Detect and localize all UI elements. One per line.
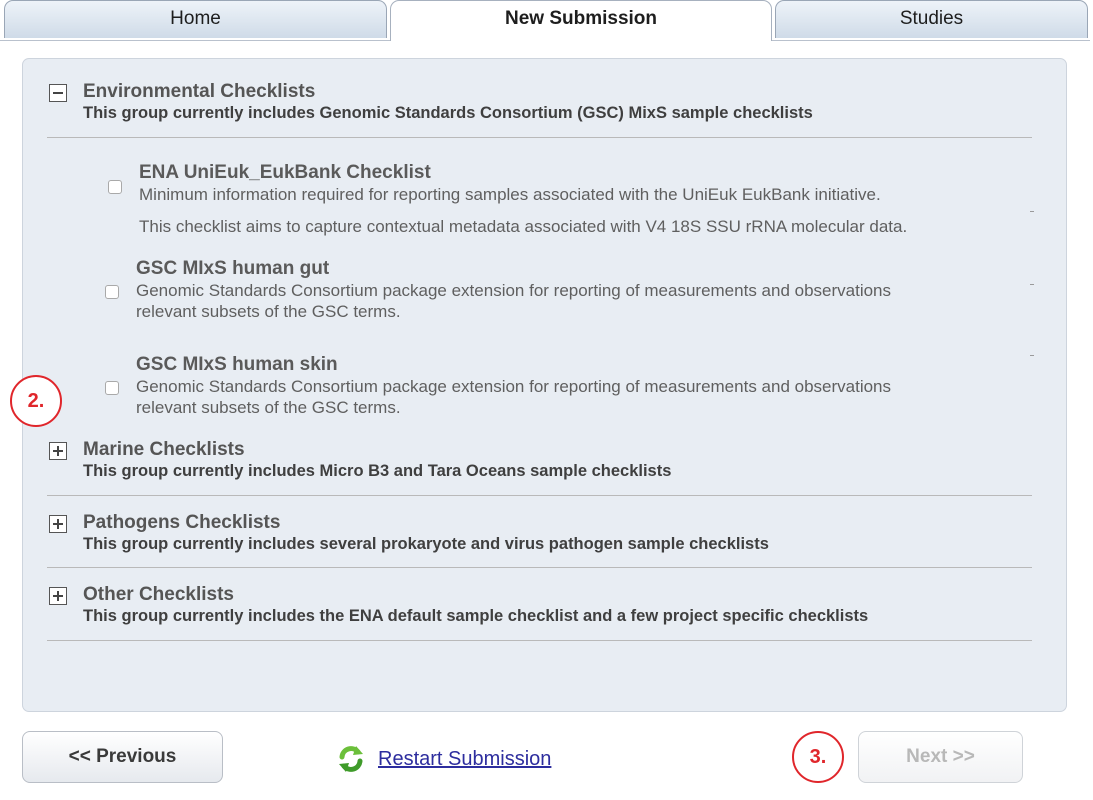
checkbox-human-skin[interactable] — [105, 381, 119, 395]
group-marine-header[interactable]: Marine Checklists This group currently i… — [47, 439, 1032, 482]
divider — [47, 567, 1032, 568]
group-title: Other Checklists — [83, 584, 234, 605]
divider — [47, 137, 1032, 138]
refresh-icon — [339, 746, 363, 772]
plus-icon[interactable] — [49, 515, 67, 533]
tab-studies[interactable]: Studies — [775, 0, 1088, 38]
previous-button[interactable]: << Previous — [22, 731, 223, 783]
item-title: GSC MIxS human skin — [136, 354, 338, 375]
item-title: GSC MIxS human gut — [136, 258, 330, 279]
divider — [47, 640, 1032, 641]
group-environmental: Environmental Checklists This group curr… — [47, 81, 1032, 124]
item-title: ENA UniEuk_EukBank Checklist — [139, 162, 431, 183]
item-description-cont: relevant subsets of the GSC terms. — [136, 398, 401, 417]
group-description: This group currently includes Micro B3 a… — [83, 462, 672, 480]
group-title: Environmental Checklists — [83, 81, 316, 102]
group-marine: Marine Checklists This group currently i… — [47, 439, 1032, 482]
group-pathogens: Pathogens Checklists This group currentl… — [47, 512, 1032, 555]
checkbox-human-gut[interactable] — [105, 285, 119, 299]
tab-new-submission[interactable]: New Submission — [390, 0, 772, 41]
minus-icon[interactable] — [49, 84, 67, 102]
group-other: Other Checklists This group currently in… — [47, 584, 1032, 627]
next-button[interactable]: Next >> — [858, 731, 1023, 783]
group-pathogens-header[interactable]: Pathogens Checklists This group currentl… — [47, 512, 1032, 555]
checklist-item-unieuk: ENA UniEuk_EukBank Checklist Minimum inf… — [108, 162, 1019, 237]
item-description: Genomic Standards Consortium package ext… — [136, 377, 892, 396]
plus-icon[interactable] — [49, 587, 67, 605]
row-marker — [1030, 211, 1034, 212]
group-other-header[interactable]: Other Checklists This group currently in… — [47, 584, 1032, 627]
checklist-item-human-skin: GSC MIxS human skin Genomic Standards Co… — [105, 354, 1016, 418]
item-description: Minimum information required for reporti… — [139, 185, 881, 204]
group-environmental-header[interactable]: Environmental Checklists This group curr… — [47, 81, 1032, 124]
group-description: This group currently includes several pr… — [83, 535, 769, 553]
group-description: This group currently includes Genomic St… — [83, 104, 813, 122]
plus-icon[interactable] — [49, 442, 67, 460]
item-description: Genomic Standards Consortium package ext… — [136, 281, 892, 300]
checkbox-unieuk[interactable] — [108, 180, 122, 194]
item-description-cont: relevant subsets of the GSC terms. — [136, 302, 401, 321]
callout-step-2: 2. — [10, 375, 62, 427]
tab-home[interactable]: Home — [4, 0, 387, 38]
checklist-panel: Environmental Checklists This group curr… — [22, 58, 1067, 712]
group-title: Pathogens Checklists — [83, 512, 281, 533]
group-description: This group currently includes the ENA de… — [83, 607, 869, 625]
divider — [47, 495, 1032, 496]
restart-label: Restart Submission — [378, 747, 552, 770]
row-marker — [1030, 284, 1034, 285]
group-title: Marine Checklists — [83, 439, 245, 460]
checklist-item-human-gut: GSC MIxS human gut Genomic Standards Con… — [105, 258, 1016, 322]
callout-step-3: 3. — [792, 731, 844, 783]
restart-submission-link[interactable]: Restart Submission — [336, 744, 551, 774]
row-marker — [1030, 355, 1034, 356]
item-note: This checklist aims to capture contextua… — [139, 217, 908, 236]
tab-bar: Home New Submission Studies — [0, 0, 1090, 41]
